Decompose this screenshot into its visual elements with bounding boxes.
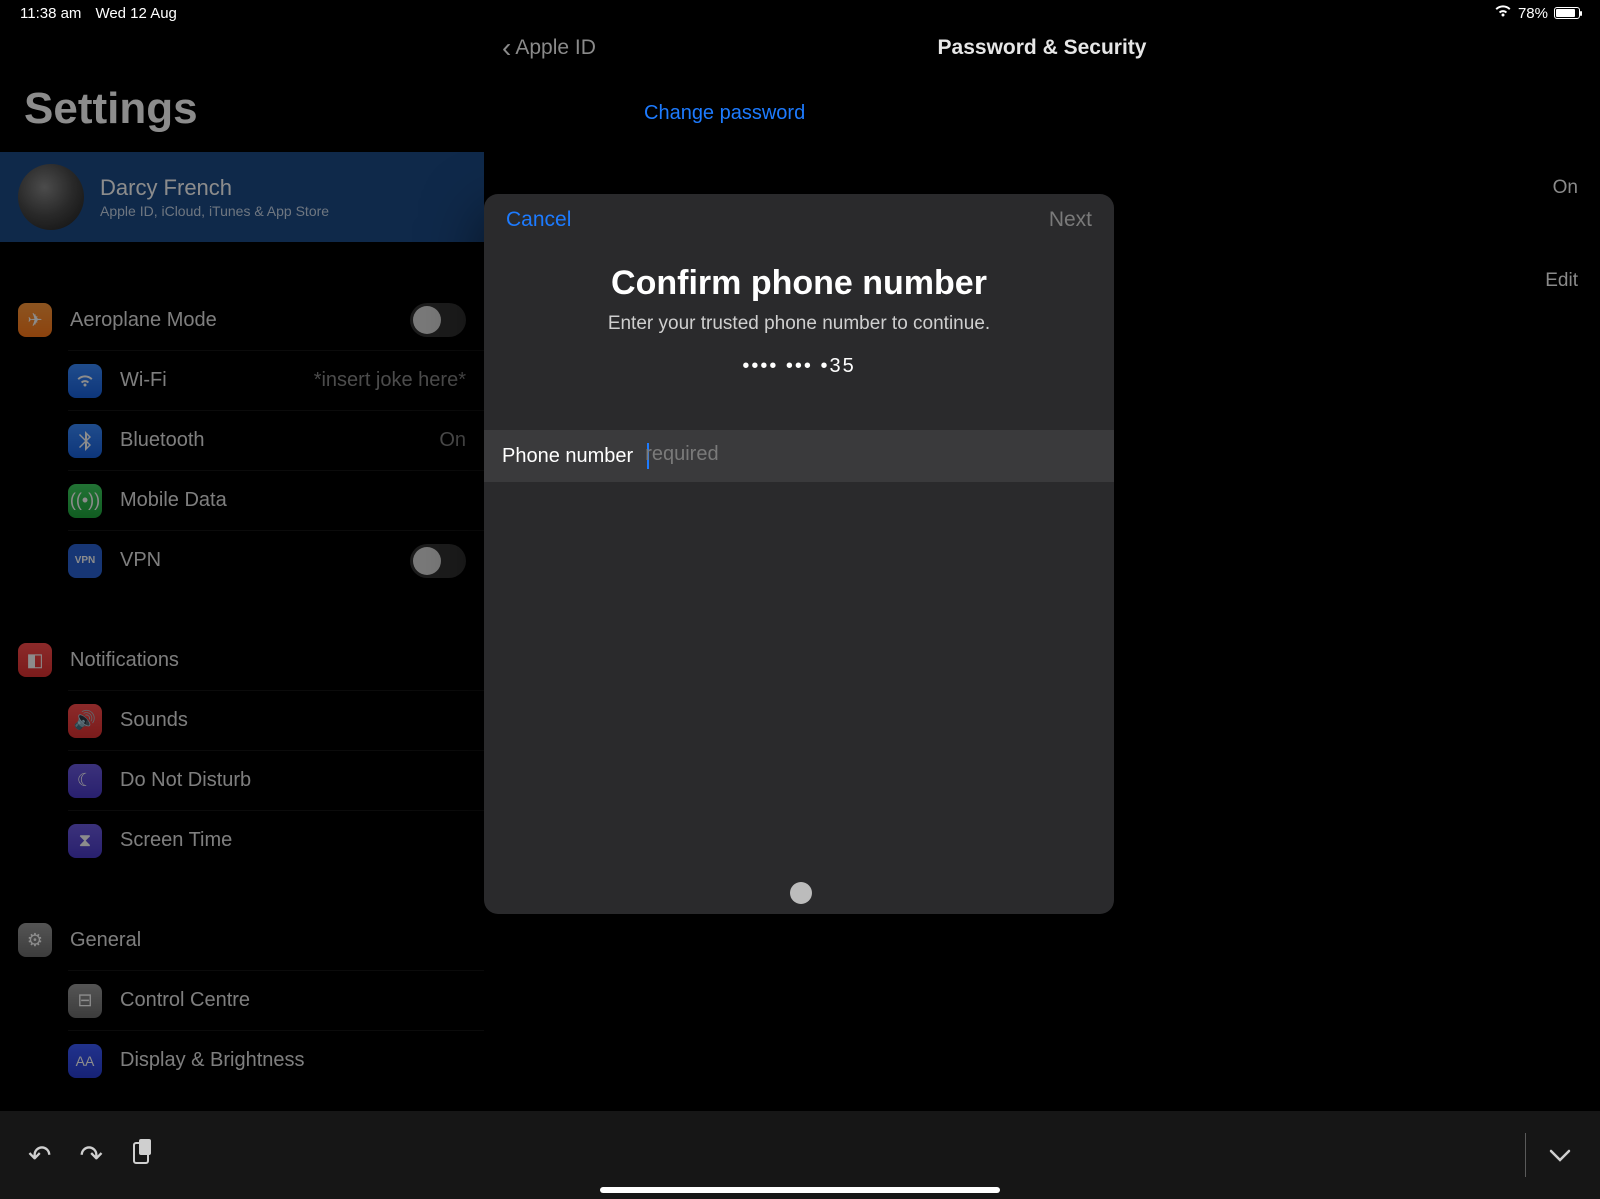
back-button[interactable]: ‹ Apple ID bbox=[502, 32, 596, 64]
sidebar-item-control-centre[interactable]: ⊟ Control Centre bbox=[68, 970, 484, 1030]
bottom-shelf: ↶ ↷ bbox=[0, 1111, 1600, 1199]
page-title: Password & Security bbox=[938, 36, 1147, 60]
sidebar-item-general[interactable]: ⚙ General bbox=[0, 910, 484, 970]
sidebar-item-display[interactable]: AA Display & Brightness bbox=[68, 1030, 484, 1090]
antenna-icon: ((•)) bbox=[68, 484, 102, 518]
wifi-network-name: *insert joke here* bbox=[314, 369, 466, 392]
back-label: Apple ID bbox=[515, 36, 596, 60]
clipboard-icon[interactable] bbox=[131, 1139, 153, 1172]
airplane-icon: ✈ bbox=[18, 303, 52, 337]
edit-link[interactable]: Edit bbox=[1545, 270, 1578, 292]
phone-number-field[interactable]: Phone number required bbox=[484, 430, 1114, 482]
sidebar-item-wifi[interactable]: Wi-Fi *insert joke here* bbox=[68, 350, 484, 410]
change-password-link[interactable]: Change password bbox=[484, 70, 1600, 125]
sidebar-item-mobile-data[interactable]: ((•)) Mobile Data bbox=[68, 470, 484, 530]
undo-button[interactable]: ↶ bbox=[28, 1139, 51, 1172]
home-indicator[interactable] bbox=[600, 1187, 1000, 1193]
redo-button[interactable]: ↷ bbox=[79, 1139, 102, 1172]
row-label: Sounds bbox=[120, 709, 466, 732]
switches-icon: ⊟ bbox=[68, 984, 102, 1018]
modal-subtitle: Enter your trusted phone number to conti… bbox=[514, 313, 1084, 335]
next-button[interactable]: Next bbox=[1049, 208, 1092, 232]
vpn-icon: VPN bbox=[68, 544, 102, 578]
sidebar-item-notifications[interactable]: ◧ Notifications bbox=[0, 630, 484, 690]
row-label: Notifications bbox=[70, 649, 466, 672]
two-factor-value: On bbox=[1553, 177, 1578, 199]
shelf-divider bbox=[1525, 1133, 1526, 1177]
moon-icon: ☾ bbox=[68, 764, 102, 798]
gear-icon: ⚙ bbox=[18, 923, 52, 957]
battery-icon bbox=[1554, 7, 1580, 19]
cancel-button[interactable]: Cancel bbox=[506, 208, 571, 232]
row-label: Display & Brightness bbox=[120, 1049, 466, 1072]
row-label: Control Centre bbox=[120, 989, 466, 1012]
row-label: VPN bbox=[120, 549, 410, 572]
wifi-icon bbox=[68, 364, 102, 398]
account-subtitle: Apple ID, iCloud, iTunes & App Store bbox=[100, 203, 329, 219]
avatar bbox=[18, 164, 84, 230]
sidebar-group-general: ⚙ General ⊟ Control Centre AA Display & … bbox=[0, 910, 484, 1090]
row-label: General bbox=[70, 929, 466, 952]
row-label: Do Not Disturb bbox=[120, 769, 466, 792]
sidebar-item-aeroplane[interactable]: ✈ Aeroplane Mode bbox=[0, 290, 484, 350]
confirm-phone-modal: Cancel Next Confirm phone number Enter y… bbox=[484, 194, 1114, 914]
sidebar-item-bluetooth[interactable]: Bluetooth On bbox=[68, 410, 484, 470]
row-label: Aeroplane Mode bbox=[70, 309, 410, 332]
sidebar-item-screentime[interactable]: ⧗ Screen Time bbox=[68, 810, 484, 870]
row-label: Mobile Data bbox=[120, 489, 466, 512]
notifications-icon: ◧ bbox=[18, 643, 52, 677]
sidebar-item-vpn[interactable]: VPN VPN bbox=[68, 530, 484, 590]
sidebar-item-dnd[interactable]: ☾ Do Not Disturb bbox=[68, 750, 484, 810]
aeroplane-toggle[interactable] bbox=[410, 303, 466, 337]
status-date: Wed 12 Aug bbox=[95, 5, 176, 22]
dismiss-keyboard-button[interactable] bbox=[1548, 1139, 1572, 1171]
account-name: Darcy French bbox=[100, 175, 329, 201]
status-bar: 11:38 am Wed 12 Aug 78% bbox=[0, 0, 1600, 26]
phone-number-placeholder: required bbox=[645, 443, 718, 465]
status-time: 11:38 am bbox=[20, 5, 81, 22]
sidebar-item-sounds[interactable]: 🔊 Sounds bbox=[68, 690, 484, 750]
phone-number-label: Phone number bbox=[502, 445, 633, 468]
row-label: Bluetooth bbox=[120, 429, 439, 452]
hourglass-icon: ⧗ bbox=[68, 824, 102, 858]
bluetooth-icon bbox=[68, 424, 102, 458]
text-size-icon: AA bbox=[68, 1044, 102, 1078]
battery-percent: 78% bbox=[1518, 5, 1548, 22]
sidebar-group-alerts: ◧ Notifications 🔊 Sounds ☾ Do Not Distur… bbox=[0, 630, 484, 870]
wifi-icon bbox=[1494, 4, 1512, 22]
sidebar-group-connectivity: ✈ Aeroplane Mode Wi-Fi *insert joke here… bbox=[0, 290, 484, 590]
modal-title: Confirm phone number bbox=[514, 264, 1084, 303]
row-label: Screen Time bbox=[120, 829, 466, 852]
vpn-toggle[interactable] bbox=[410, 544, 466, 578]
sounds-icon: 🔊 bbox=[68, 704, 102, 738]
assistive-touch-pointer[interactable] bbox=[790, 882, 812, 904]
masked-phone-number: •••• ••• •35 bbox=[514, 355, 1084, 378]
settings-sidebar: Settings Darcy French Apple ID, iCloud, … bbox=[0, 0, 484, 1199]
bluetooth-status: On bbox=[439, 429, 466, 452]
row-label: Wi-Fi bbox=[120, 369, 314, 392]
sidebar-item-account[interactable]: Darcy French Apple ID, iCloud, iTunes & … bbox=[0, 152, 484, 242]
chevron-left-icon: ‹ bbox=[502, 32, 511, 64]
